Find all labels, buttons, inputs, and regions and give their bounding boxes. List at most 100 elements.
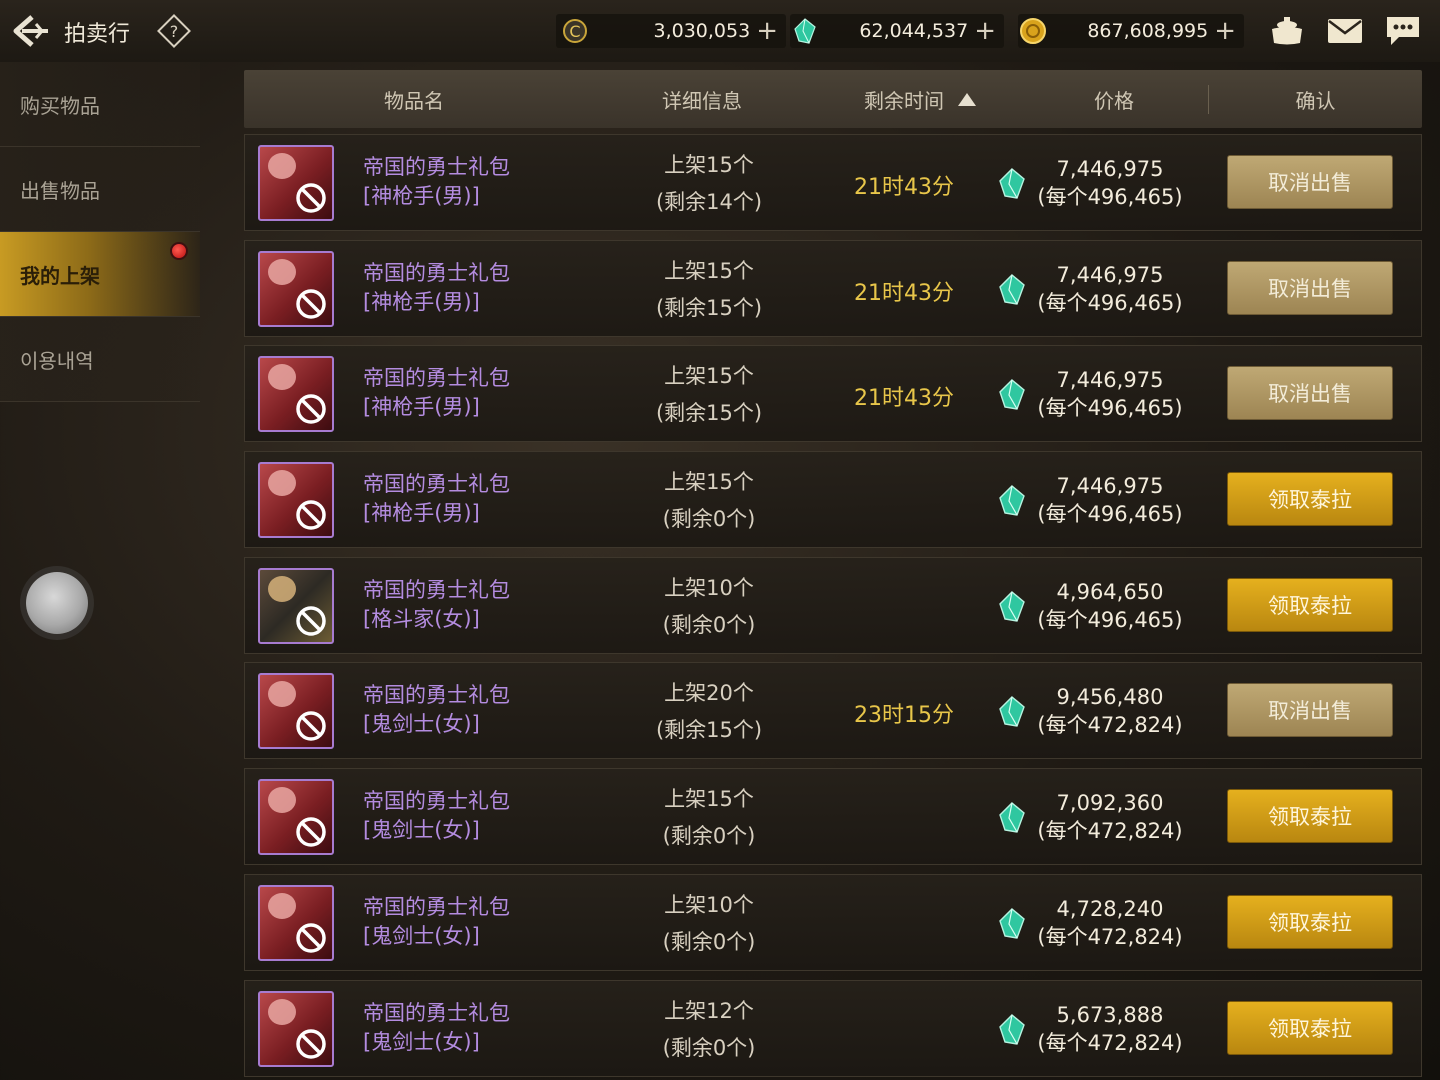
tera-gem-icon — [999, 485, 1025, 516]
table-row[interactable]: 帝国的勇士礼包 [神枪手(男)] 上架15个 (剩余0个) 7,446,975 … — [244, 451, 1422, 549]
item-art — [268, 892, 296, 919]
item-name-line1: 帝国的勇士礼包 — [363, 577, 510, 602]
column-header-detail[interactable]: 详细信息 — [584, 85, 820, 114]
remaining-count: (剩余0个) — [662, 612, 756, 637]
item-thumbnail[interactable] — [258, 250, 334, 327]
item-name-line2: [神枪手(男)] — [363, 501, 480, 526]
claim-tera-button[interactable]: 领取泰拉 — [1227, 894, 1393, 949]
item-name[interactable]: 帝国的勇士礼包 [神枪手(男)] — [363, 153, 510, 211]
cancel-sale-button[interactable]: 取消出售 — [1227, 366, 1393, 421]
item-name[interactable]: 帝国的勇士礼包 [鬼剑士(女)] — [363, 787, 510, 845]
item-art — [268, 153, 296, 179]
unit-price: (每个496,465) — [1037, 396, 1183, 421]
item-thumbnail[interactable] — [258, 145, 334, 221]
sidebar-item-history[interactable]: 이용내역 — [0, 317, 200, 402]
item-thumbnail[interactable] — [258, 356, 334, 433]
item-price: 7,446,975 (每个496,465) — [1025, 155, 1195, 211]
sidebar-item-my-listings[interactable]: 我的上架 — [0, 232, 200, 317]
unit-price: (每个472,824) — [1037, 924, 1183, 949]
listing-table: 物品名 详细信息 剩余时间 价格 确认 帝国的勇士礼包 [神枪手(男)] 上架1… — [244, 70, 1422, 1080]
item-thumbnail[interactable] — [258, 462, 334, 539]
sidebar-item-sell[interactable]: 出售物品 — [0, 147, 200, 232]
table-row[interactable]: 帝国的勇士礼包 [鬼剑士(女)] 上架12个 (剩余0个) 5,673,888 … — [244, 979, 1422, 1077]
unit-price: (每个472,824) — [1037, 1030, 1183, 1055]
svg-text:C: C — [569, 22, 580, 41]
currency-tera-value: 62,044,537 — [859, 20, 969, 42]
storage-pot-icon[interactable] — [1266, 12, 1308, 50]
currency-tera: 62,044,537 + — [790, 14, 1004, 48]
total-price: 7,446,975 — [1056, 368, 1164, 393]
column-header-confirm: 确认 — [1208, 84, 1422, 114]
item-detail: 上架15个 (剩余15个) — [609, 358, 809, 432]
item-detail: 上架20个 (剩余15个) — [609, 675, 809, 749]
untradeable-icon — [296, 923, 326, 953]
item-name[interactable]: 帝国的勇士礼包 [神枪手(男)] — [363, 364, 510, 422]
item-name-line1: 帝国的勇士礼包 — [363, 366, 510, 391]
item-art — [268, 575, 296, 602]
remaining-count: (剩余14个) — [655, 190, 763, 214]
table-row[interactable]: 帝国的勇士礼包 [鬼剑士(女)] 上架15个 (剩余0个) 7,092,360 … — [244, 768, 1422, 866]
item-name-line2: [神枪手(男)] — [363, 289, 480, 314]
item-art — [268, 258, 296, 285]
claim-tera-button[interactable]: 领取泰拉 — [1227, 472, 1393, 527]
item-thumbnail[interactable] — [258, 884, 334, 961]
column-header-time-label: 剩余时间 — [864, 88, 944, 113]
cancel-sale-button[interactable]: 取消出售 — [1227, 683, 1393, 738]
item-name[interactable]: 帝国的勇士礼包 [鬼剑士(女)] — [363, 893, 510, 951]
table-row[interactable]: 帝国的勇士礼包 [格斗家(女)] 上架10个 (剩余0个) 4,964,650 … — [244, 556, 1422, 654]
listed-count: 上架20个 — [664, 681, 754, 706]
top-bar: 拍卖行 ? C 3,030,053 + 62,044,537 + 867,608… — [0, 0, 1440, 62]
item-name[interactable]: 帝国的勇士礼包 [鬼剑士(女)] — [363, 999, 510, 1057]
table-row[interactable]: 帝国的勇士礼包 [鬼剑士(女)] 上架20个 (剩余15个) 23时15分 9,… — [244, 662, 1422, 760]
unit-price: (每个496,465) — [1037, 290, 1183, 315]
table-row[interactable]: 帝国的勇士礼包 [神枪手(男)] 上架15个 (剩余14个) 21时43分 7,… — [244, 134, 1422, 231]
table-row[interactable]: 帝国的勇士礼包 [神枪手(男)] 上架15个 (剩余15个) 21时43分 7,… — [244, 345, 1422, 443]
item-name[interactable]: 帝国的勇士礼包 [鬼剑士(女)] — [363, 681, 510, 739]
item-thumbnail[interactable] — [258, 779, 334, 856]
listed-count: 上架15个 — [664, 258, 754, 283]
gold-coin-icon — [1018, 16, 1048, 46]
tera-gem-icon — [999, 907, 1025, 939]
item-thumbnail[interactable] — [258, 990, 334, 1067]
item-name[interactable]: 帝国的勇士礼包 [神枪手(男)] — [363, 470, 510, 528]
claim-tera-button[interactable]: 领取泰拉 — [1227, 1000, 1393, 1055]
item-price: 7,446,975 (每个496,465) — [1025, 366, 1195, 422]
table-header: 物品名 详细信息 剩余时间 价格 确认 — [244, 70, 1422, 128]
unit-price: (每个496,465) — [1037, 502, 1183, 527]
claim-tera-button[interactable]: 领取泰拉 — [1227, 577, 1393, 632]
total-price: 7,092,360 — [1056, 791, 1164, 816]
help-icon[interactable]: ? — [156, 14, 192, 48]
item-name[interactable]: 帝国的勇士礼包 [格斗家(女)] — [363, 576, 510, 634]
listed-count: 上架15个 — [664, 364, 754, 389]
column-header-price[interactable]: 价格 — [1020, 85, 1208, 114]
sidebar-item-buy[interactable]: 购买物品 — [0, 62, 200, 147]
cancel-sale-button[interactable]: 取消出售 — [1227, 260, 1393, 315]
item-thumbnail[interactable] — [258, 673, 334, 750]
item-price: 7,092,360 (每个472,824) — [1025, 789, 1195, 845]
item-thumbnail[interactable] — [258, 567, 334, 644]
item-name-line2: [鬼剑士(女)] — [363, 923, 480, 948]
claim-tera-button[interactable]: 领取泰拉 — [1227, 789, 1393, 844]
back-arrow-icon[interactable] — [10, 10, 52, 52]
item-name-line2: [鬼剑士(女)] — [363, 1029, 480, 1054]
untradeable-icon — [296, 606, 326, 636]
column-header-time[interactable]: 剩余时间 — [820, 85, 1020, 114]
currency-gold-value: 867,608,995 — [1087, 20, 1209, 42]
total-price: 9,456,480 — [1056, 685, 1164, 710]
cancel-sale-button[interactable]: 取消出售 — [1227, 155, 1393, 209]
untradeable-icon — [296, 500, 326, 530]
add-tera-button[interactable]: + — [974, 18, 996, 44]
item-name[interactable]: 帝国的勇士礼包 [神枪手(男)] — [363, 259, 510, 317]
add-gold-button[interactable]: + — [1214, 18, 1236, 44]
item-price: 7,446,975 (每个496,465) — [1025, 472, 1195, 528]
table-row[interactable]: 帝国的勇士礼包 [神枪手(男)] 上架15个 (剩余15个) 21时43分 7,… — [244, 239, 1422, 337]
total-price: 4,964,650 — [1056, 579, 1164, 604]
column-header-name[interactable]: 物品名 — [244, 85, 584, 114]
floating-joystick-button[interactable] — [26, 572, 88, 634]
chat-icon[interactable] — [1382, 12, 1424, 50]
item-price: 7,446,975 (每个496,465) — [1025, 261, 1195, 317]
item-art — [268, 998, 296, 1025]
mail-icon[interactable] — [1324, 12, 1366, 50]
table-row[interactable]: 帝国的勇士礼包 [鬼剑士(女)] 上架10个 (剩余0个) 4,728,240 … — [244, 873, 1422, 971]
add-coin-button[interactable]: + — [756, 18, 778, 44]
